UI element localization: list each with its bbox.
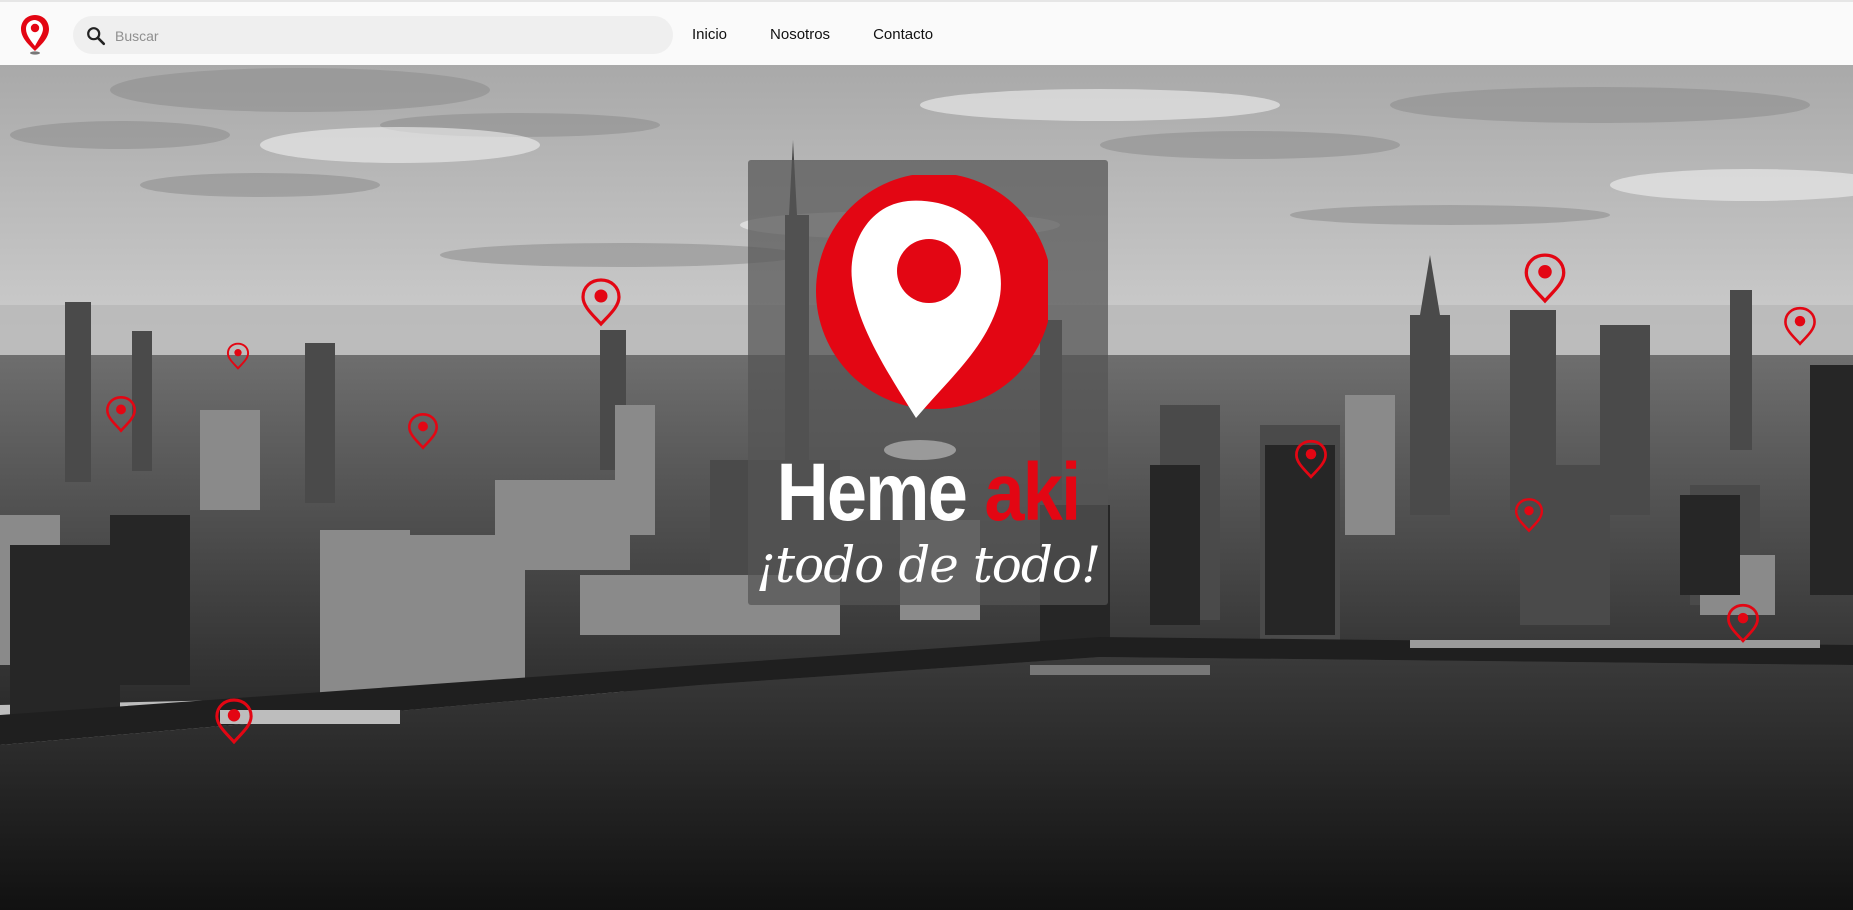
map-pin-icon [1726,602,1760,649]
map-pin-icon [105,395,137,438]
nav-link-nosotros[interactable]: Nosotros [770,26,830,43]
map-pin-icon [1523,252,1567,309]
map-pin-icon [226,342,250,375]
search-icon[interactable] [85,25,107,47]
search-bar[interactable] [73,16,673,54]
brand-tagline: ¡todo de todo! [755,536,1101,594]
location-pin-icon [808,173,1052,460]
nav-link-inicio[interactable]: Inicio [692,26,727,43]
nav-link-contacto[interactable]: Contacto [873,26,933,43]
map-pin-icon [1783,305,1817,352]
top-navigation-bar: Inicio Nosotros Contacto [0,0,1853,65]
search-input[interactable] [113,20,657,52]
brand-logo-icon[interactable] [18,12,58,56]
map-pin-icon [1294,438,1328,485]
map-pin-icon [580,277,622,332]
brand-name-white: Heme [776,447,985,538]
brand-name: Heme aki [770,452,1087,534]
map-pin-icon [214,697,254,750]
brand-name-red: aki [984,447,1081,538]
map-pin-icon [407,412,439,455]
main-nav: Inicio Nosotros Contacto [692,2,976,67]
brand-logo-card: Heme aki ¡todo de todo! [748,160,1108,605]
map-pin-icon [1514,497,1544,538]
hero-section: Heme aki ¡todo de todo! [0,65,1853,910]
